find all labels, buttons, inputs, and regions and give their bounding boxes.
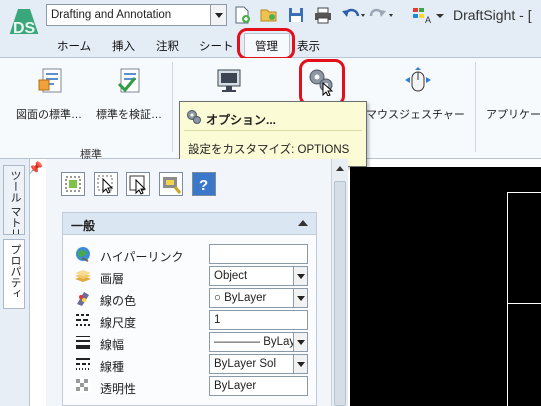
mouse-gesture-icon xyxy=(405,67,431,92)
app-title: DraftSight - [ xyxy=(453,7,532,23)
tab-properties-label: プロパティ xyxy=(9,244,21,299)
open-icon[interactable] xyxy=(260,6,278,24)
tab-insert[interactable]: 挿入 xyxy=(112,38,135,54)
line-weight-icon xyxy=(76,336,90,349)
dropdown-arrow-icon[interactable] xyxy=(434,6,446,24)
group-header[interactable]: 一般 xyxy=(63,213,316,235)
linetype-dropdown[interactable]: ByLayer Sol xyxy=(209,354,308,374)
general-properties-group: 一般 ハイパーリンク 画層 Object 線の色 ○ ByLayer 線尺度 1 xyxy=(62,212,317,406)
property-label: 線尺度 xyxy=(100,316,137,330)
properties-palette: ? 一般 ハイパーリンク 画層 Object 線の色 ○ ByLayer 線尺度 xyxy=(46,159,331,406)
cursor-select-icon xyxy=(97,175,114,194)
format-brush-icon xyxy=(163,177,182,194)
line-type-icon xyxy=(76,358,90,370)
chevron-down-icon[interactable] xyxy=(210,5,226,25)
quick-select-button[interactable] xyxy=(61,172,85,196)
quick-select-icon xyxy=(65,176,81,192)
save-icon[interactable] xyxy=(287,6,305,24)
property-label: 線幅 xyxy=(100,338,125,352)
gear-icon xyxy=(187,110,201,124)
linescale-field[interactable]: 1 xyxy=(209,310,308,330)
drawing-standards-icon xyxy=(38,68,62,93)
mouse-gesture-button[interactable]: マウスジェスチャー xyxy=(366,106,465,122)
property-row-transparency: 透明性 ByLayer xyxy=(63,375,316,397)
property-row-lineweight: 線幅 ―――― ByLayer xyxy=(63,331,316,353)
tab-annotate[interactable]: 注釈 xyxy=(156,38,179,54)
scroll-up-arrow-icon[interactable] xyxy=(333,162,347,176)
scroll-thumb[interactable] xyxy=(334,181,346,406)
workspace-value: Drafting and Annotation xyxy=(51,9,172,21)
chevron-down-icon[interactable] xyxy=(293,355,307,373)
settings-monitor-icon[interactable] xyxy=(214,66,244,96)
palette-scrollbar[interactable] xyxy=(331,159,348,406)
tab-tool-matrix[interactable]: ツール マトリックス xyxy=(3,165,25,235)
undo-icon[interactable] xyxy=(341,6,367,24)
select-objects-button[interactable] xyxy=(94,172,118,196)
property-row-linescale: 線尺度 1 xyxy=(63,309,316,331)
drawing-canvas[interactable] xyxy=(350,167,541,406)
side-tab-strip: ツール マトリックス プロパティ xyxy=(0,159,30,406)
tooltip-description: 設定をカスタマイズ: OPTIONS xyxy=(188,144,350,156)
tab-view[interactable]: 表示 xyxy=(297,38,320,54)
applications-button[interactable]: アプリケー xyxy=(486,106,541,122)
svg-text:?: ? xyxy=(199,177,208,194)
options-tooltip: オプション... 設定をカスタマイズ: OPTIONS xyxy=(179,101,367,167)
tab-sheet[interactable]: シート xyxy=(199,38,234,54)
print-icon[interactable] xyxy=(314,6,332,24)
check-standards-icon xyxy=(117,68,140,93)
tab-properties[interactable]: プロパティ xyxy=(3,239,25,309)
workspace-dropdown[interactable]: Drafting and Annotation xyxy=(46,4,227,26)
chevron-down-icon[interactable] xyxy=(293,267,307,285)
property-label: 線種 xyxy=(100,360,125,374)
redo-icon[interactable] xyxy=(369,6,395,24)
toggle-pickadd-button[interactable] xyxy=(126,172,150,196)
lineweight-dropdown[interactable]: ―――― ByLayer xyxy=(209,332,308,352)
tooltip-divider xyxy=(184,130,362,131)
property-row-hyperlink: ハイパーリンク xyxy=(63,243,316,265)
chevron-down-icon[interactable] xyxy=(293,289,307,307)
chevron-down-icon[interactable] xyxy=(293,333,307,351)
collapse-arrow-icon[interactable] xyxy=(298,220,308,226)
color-dropdown[interactable]: ○ ByLayer xyxy=(209,288,308,308)
layer-stack-icon xyxy=(75,270,91,282)
new-icon[interactable] xyxy=(233,6,251,24)
property-label: 透明性 xyxy=(100,382,137,396)
property-label: 線の色 xyxy=(100,294,137,308)
tab-home[interactable]: ホーム xyxy=(57,38,91,54)
pickadd-icon xyxy=(129,175,147,195)
drawing-line xyxy=(507,192,508,406)
tooltip-title: オプション... xyxy=(206,113,277,127)
group-title: 一般 xyxy=(71,219,96,233)
layer-dropdown[interactable]: Object xyxy=(209,266,308,286)
drawing-line xyxy=(507,192,541,193)
hyperlink-field[interactable] xyxy=(209,244,308,264)
format-painter-button[interactable] xyxy=(159,172,183,196)
tab-tool-matrix-label: ツール マトリックス xyxy=(9,170,21,235)
svg-text:A: A xyxy=(425,15,431,24)
ribbon-separator xyxy=(475,62,476,152)
ribbon-separator xyxy=(172,62,173,152)
property-label: ハイパーリンク xyxy=(100,250,184,264)
options-highlight-callout xyxy=(299,59,345,106)
transparency-field[interactable]: ByLayer xyxy=(209,376,308,396)
tab-highlight-callout xyxy=(237,28,295,60)
check-standards-button[interactable]: 標準を検証… xyxy=(96,106,162,122)
property-label: 画層 xyxy=(100,272,125,286)
drawing-line xyxy=(507,303,541,304)
pin-icon[interactable]: 📌 xyxy=(28,161,43,175)
help-button[interactable]: ? xyxy=(192,172,216,196)
transparency-icon xyxy=(76,379,90,393)
drawing-standards-button[interactable]: 図面の標準… xyxy=(16,106,82,122)
color-palette-icon xyxy=(77,292,89,306)
help-icon: ? xyxy=(199,177,208,194)
property-row-layer: 画層 Object xyxy=(63,265,316,287)
customize-icon[interactable]: A xyxy=(412,6,434,24)
property-row-color: 線の色 ○ ByLayer xyxy=(63,287,316,309)
globe-icon xyxy=(76,247,90,262)
line-scale-icon xyxy=(76,314,90,326)
property-row-linetype: 線種 ByLayer Sol xyxy=(63,353,316,375)
